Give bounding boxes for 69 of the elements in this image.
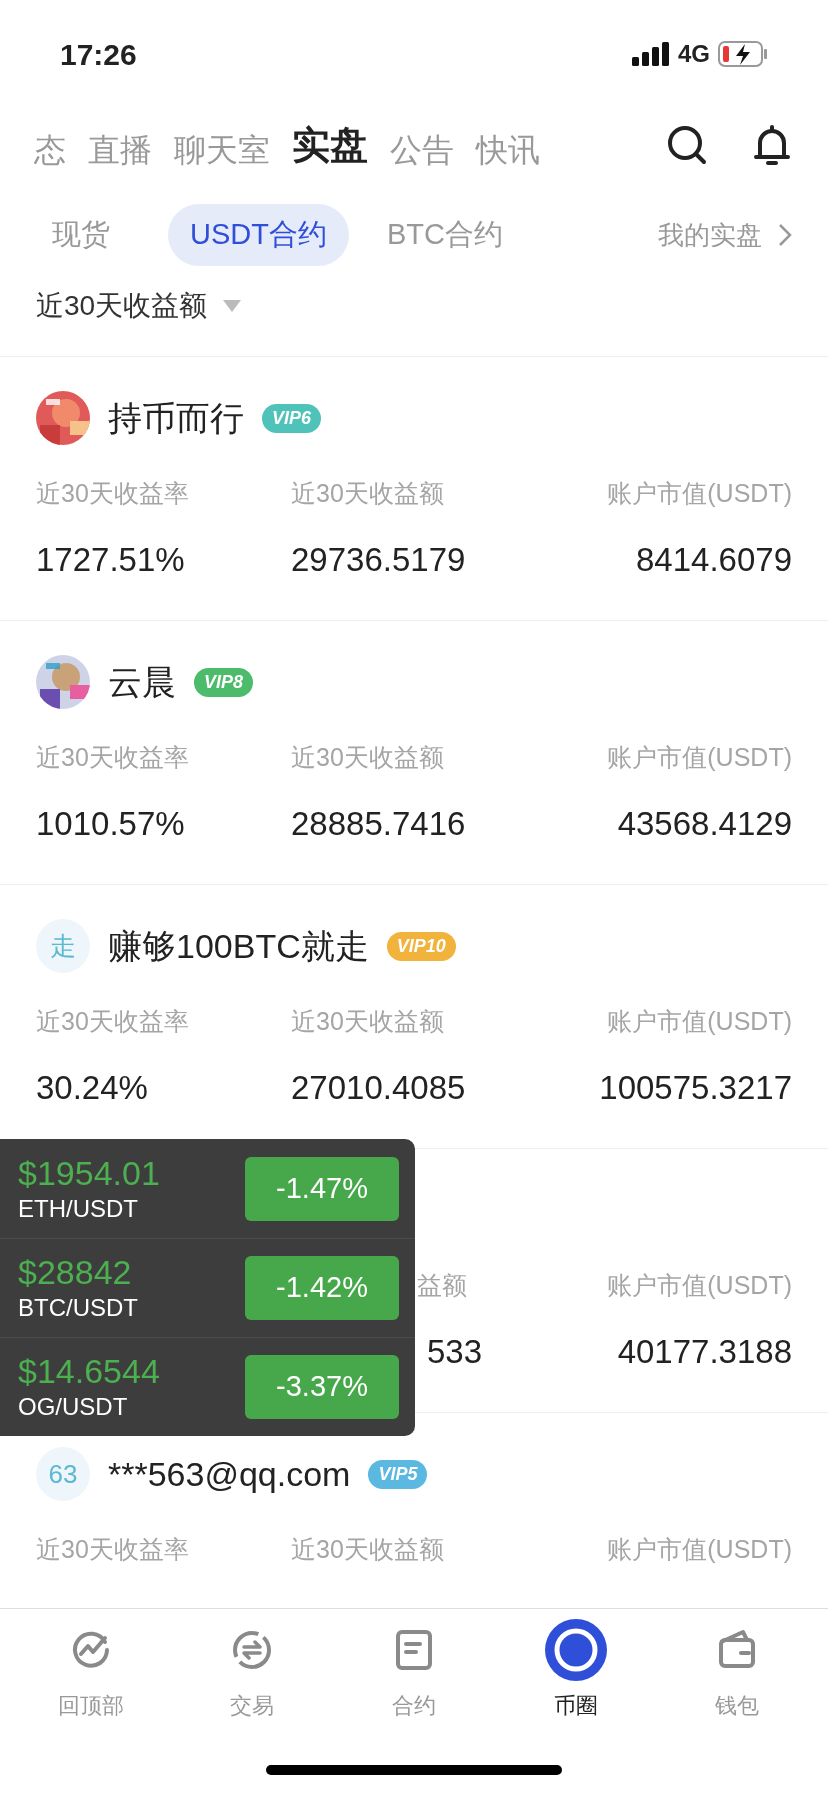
top-tab[interactable]: 快讯 xyxy=(476,125,540,174)
nav-tab[interactable]: 交易 xyxy=(192,1619,313,1722)
ticker-pair: OG/USDT xyxy=(18,1392,129,1422)
nav-tab[interactable]: 回顶部 xyxy=(30,1619,151,1722)
metric-label: 近30天收益额 xyxy=(291,478,445,509)
sub-tab[interactable]: USDT合约 xyxy=(168,204,349,266)
vip-tag: VIP6 xyxy=(262,403,322,433)
caret-icon xyxy=(223,300,242,312)
ticker-pair: ETH/USDT xyxy=(18,1193,139,1224)
vip-tag: VIP5 xyxy=(368,1459,428,1489)
metric-label: 近30天收益率 xyxy=(36,478,190,509)
metric-label: 账户市值(USDT) xyxy=(607,1006,792,1037)
sub-tab[interactable]: BTC合约 xyxy=(364,204,525,266)
change-badge: -3.37% xyxy=(245,1355,399,1419)
metric-value: 1727.51% xyxy=(36,539,186,580)
top-tab[interactable]: 态 xyxy=(34,125,66,174)
ticker-price: $1954.01 xyxy=(18,1152,160,1193)
top-tab[interactable]: 实盘 xyxy=(292,116,368,174)
trader-name: 赚够100BTC就走 xyxy=(108,925,369,967)
vip-tag: VIP10 xyxy=(386,931,456,961)
metric-value: 40177.3188 xyxy=(617,1331,792,1372)
metric-label: 近30天收益额 xyxy=(291,1534,445,1565)
nav-tab[interactable]: 币圈 xyxy=(515,1619,636,1722)
top-tab[interactable]: 直播 xyxy=(88,125,152,174)
metric-value: 28885.7416 xyxy=(291,803,467,844)
search-icon[interactable] xyxy=(666,124,708,166)
metric-label: 近30天收益率 xyxy=(36,742,190,773)
ticker-pair: BTC/USDT xyxy=(18,1293,138,1323)
bell-icon[interactable] xyxy=(752,123,792,167)
battery-icon xyxy=(718,41,768,67)
ticker-price: $28842 xyxy=(18,1252,133,1292)
coin-icon xyxy=(544,1619,607,1681)
metric-label: 账户市值(USDT) xyxy=(607,1534,792,1565)
network-label: 4G xyxy=(678,39,710,69)
vip-tag: VIP8 xyxy=(194,667,254,697)
metric-label: 账户市值(USDT) xyxy=(607,742,792,773)
trader-name: 云晨 xyxy=(108,661,176,703)
avatar: 63 xyxy=(36,1447,90,1501)
metric-value: 43568.4129 xyxy=(617,803,792,844)
top-tab[interactable]: 公告 xyxy=(390,125,454,174)
chevron-right-icon xyxy=(778,223,792,247)
nav-tab[interactable]: 合约 xyxy=(354,1619,474,1722)
trader-name: ***563@qq.com xyxy=(108,1453,351,1495)
sort-dropdown[interactable]: 近30天收益额 xyxy=(36,285,242,327)
metric-value: 29736.5179 xyxy=(291,539,467,580)
change-badge: -1.42% xyxy=(245,1256,399,1320)
metric-label: 近30天收益率 xyxy=(36,1006,190,1037)
metric-value: 30.24% xyxy=(36,1067,149,1108)
metric-value: 533 xyxy=(427,1331,483,1372)
avatar: 走 xyxy=(36,919,90,973)
metric-value: 8414.6079 xyxy=(636,539,792,580)
metric-value: 27010.4085 xyxy=(291,1067,467,1108)
metric-label: 账户市值(USDT) xyxy=(607,1270,792,1301)
nav-tab[interactable]: 钱包 xyxy=(677,1619,798,1722)
ticker-price: $14.6544 xyxy=(18,1351,160,1391)
metric-label: 益额 xyxy=(417,1270,467,1301)
metric-label: 近30天收益额 xyxy=(291,1006,445,1037)
top-tab[interactable]: 聊天室 xyxy=(174,125,270,174)
sub-tab[interactable]: 现货 xyxy=(30,204,132,266)
change-badge: -1.47% xyxy=(245,1156,399,1221)
status-time: 17:26 xyxy=(60,36,137,73)
metric-label: 近30天收益额 xyxy=(291,742,445,773)
metric-value: 100575.3217 xyxy=(599,1067,792,1108)
metric-value: 1010.57% xyxy=(36,803,186,844)
my-trades-link[interactable]: 我的实盘 xyxy=(658,215,792,255)
metric-label: 账户市值(USDT) xyxy=(607,478,792,509)
signal-icon xyxy=(632,42,670,66)
trader-name: 持币而行 xyxy=(108,397,244,439)
metric-label: 近30天收益率 xyxy=(36,1534,190,1565)
